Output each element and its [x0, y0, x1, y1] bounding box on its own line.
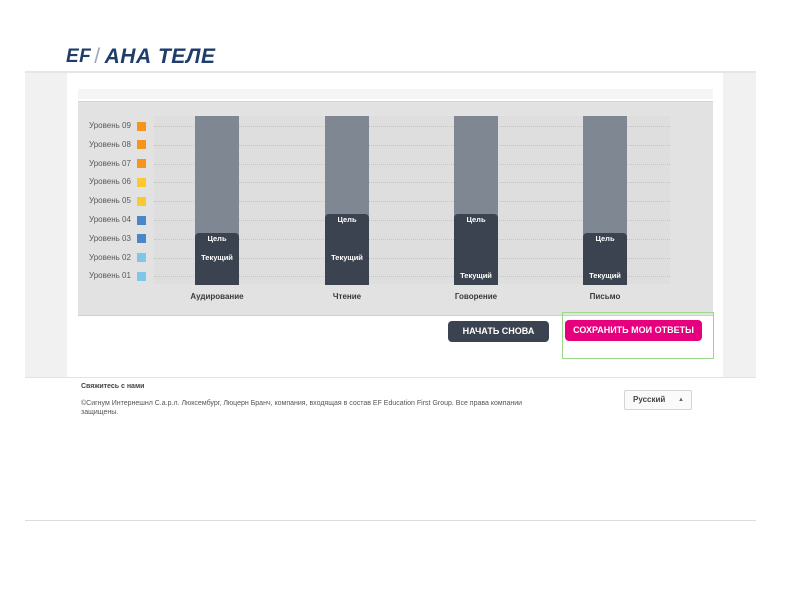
goal-badge: Цель [583, 232, 627, 245]
skill-label: Чтение [332, 292, 362, 301]
level-swatch [137, 253, 146, 263]
level-swatch [137, 215, 146, 225]
content-top-strip [78, 89, 713, 99]
skill-label: Аудирование [190, 292, 244, 301]
bottom-divider [25, 520, 756, 521]
goal-badge: Цель [325, 214, 369, 226]
contact-link[interactable]: Свяжитесь с нами [81, 383, 144, 390]
level-swatch [137, 271, 146, 281]
copyright-text: ©Сигнум Интернешнл С.а.р.л. Люксембург, … [81, 400, 523, 416]
restart-button[interactable]: НАЧАТЬ СНОВА [448, 321, 549, 342]
level-swatch [137, 121, 146, 131]
level-label: Уровень 09 [89, 121, 131, 130]
current-badge: Текущий [195, 251, 239, 264]
level-swatch [137, 159, 146, 169]
brand-name: АНА ТЕЛЕ [104, 45, 216, 68]
skill-label: Говорение [454, 292, 498, 301]
level-label: Уровень 01 [89, 271, 131, 281]
level-label: Уровень 03 [89, 233, 131, 243]
save-answers-button[interactable]: СОХРАНИТЬ МОИ ОТВЕТЫ [565, 320, 702, 341]
level-swatch [137, 196, 146, 206]
level-label: Уровень 08 [89, 139, 131, 149]
brand-logo[interactable]: EF / АНА ТЕЛЕ [66, 45, 215, 69]
current-badge: Текущий [583, 270, 627, 283]
level-swatch [137, 140, 146, 150]
brand-ef-mark: EF [66, 46, 92, 67]
language-value: Русский [633, 395, 666, 404]
level-swatch [137, 177, 146, 187]
current-badge: Текущий [325, 251, 369, 264]
skill-label: Письмо [589, 292, 621, 301]
level-swatch [137, 234, 146, 244]
goal-badge: Цель [454, 214, 498, 226]
level-label: Уровень 05 [89, 196, 131, 206]
goal-badge: Цель [195, 232, 239, 245]
language-select[interactable]: Русский ▲ [624, 390, 692, 410]
caret-up-down-icon: ▲ [678, 397, 684, 403]
brand-separator: / [94, 45, 101, 68]
level-label: Уровень 04 [89, 215, 131, 224]
footer-divider [25, 377, 756, 378]
level-label: Уровень 07 [89, 158, 131, 168]
level-label: Уровень 06 [89, 177, 131, 187]
current-badge: Текущий [454, 270, 498, 283]
level-label: Уровень 02 [89, 252, 131, 262]
